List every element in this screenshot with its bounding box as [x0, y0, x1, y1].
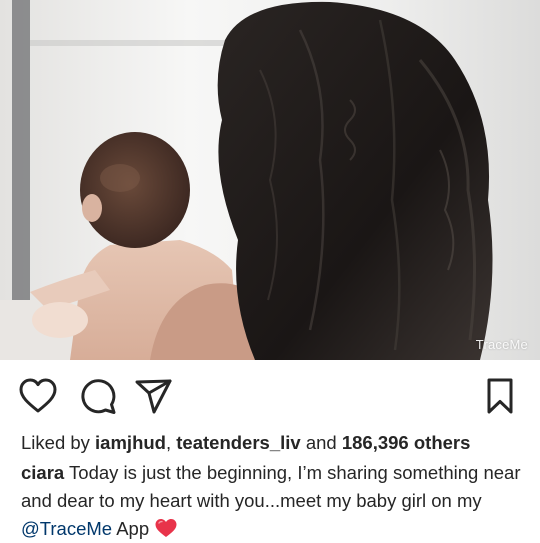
- like-button[interactable]: [18, 376, 58, 416]
- post-photo-illustration: [0, 0, 540, 360]
- likes-and: and: [300, 432, 342, 453]
- share-button[interactable]: [134, 376, 174, 416]
- save-button[interactable]: [480, 376, 520, 416]
- likes-summary: Liked by iamjhud, teatenders_liv and 186…: [21, 431, 470, 455]
- red-heart-emoji-icon: [154, 518, 178, 538]
- heart-outline-icon: [19, 378, 57, 413]
- likes-separator: ,: [165, 432, 177, 453]
- comment-button[interactable]: [78, 376, 118, 416]
- caption-suffix: App: [112, 518, 155, 539]
- paper-plane-icon: [135, 379, 172, 414]
- bookmark-icon: [487, 378, 513, 414]
- likes-others-count[interactable]: 186,396 others: [342, 432, 471, 453]
- likes-prefix: Liked by: [21, 432, 96, 453]
- comment-bubble-icon: [81, 379, 116, 414]
- caption-mention-link[interactable]: @TraceMe: [21, 518, 112, 539]
- post-caption: ciara Today is just the beginning, I’m s…: [21, 459, 526, 543]
- liker-username-2[interactable]: teatenders_liv: [176, 432, 300, 453]
- photo-watermark: TraceMe: [475, 337, 528, 352]
- caption-username[interactable]: ciara: [21, 462, 64, 483]
- caption-text: Today is just the beginning, I’m sharing…: [21, 462, 521, 511]
- post-action-bar: [0, 372, 540, 420]
- liker-username-1[interactable]: iamjhud: [95, 432, 166, 453]
- post-photo[interactable]: TraceMe: [0, 0, 540, 360]
